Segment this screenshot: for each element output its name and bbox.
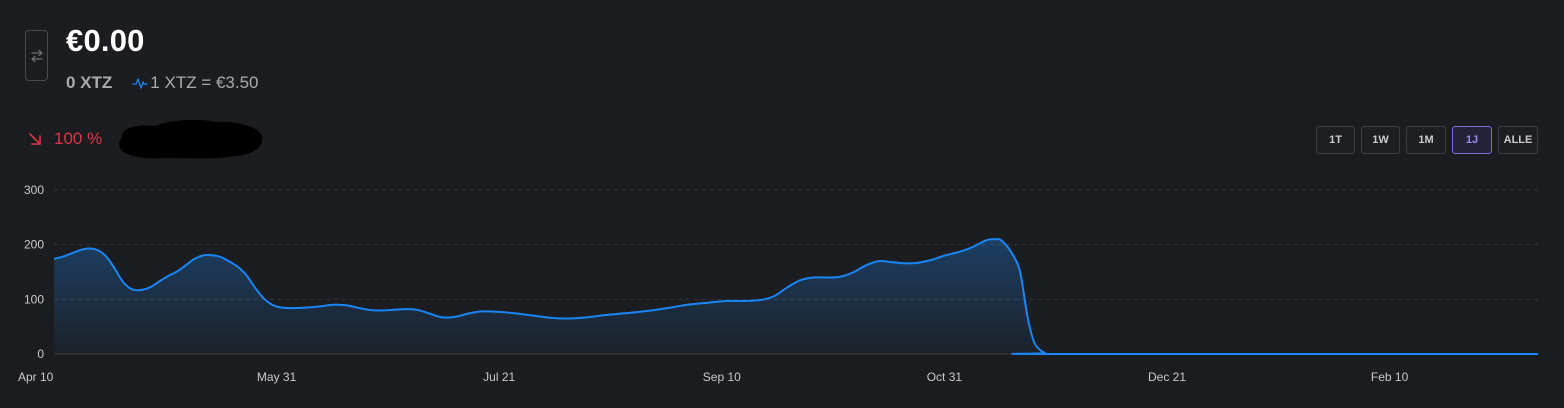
x-tick-label: Dec 21	[1148, 370, 1186, 384]
y-axis: 0 100 200 300	[24, 183, 44, 361]
x-tick-label: May 31	[257, 370, 297, 384]
price-change: 100 %	[28, 129, 102, 149]
redaction-mark	[119, 119, 263, 159]
y-tick-label: 300	[24, 183, 44, 197]
x-tick-label: Feb 10	[1371, 370, 1409, 384]
range-button-alle[interactable]: ALLE	[1498, 126, 1538, 154]
x-tick-label: Jul 21	[483, 370, 515, 384]
chart-area	[54, 239, 1538, 354]
y-tick-label: 200	[24, 238, 44, 252]
range-button-1j[interactable]: 1J	[1452, 126, 1492, 154]
y-tick-label: 0	[37, 347, 44, 361]
price-change-text: 100 %	[54, 129, 103, 148]
range-button-1w[interactable]: 1W	[1361, 126, 1400, 154]
x-tick-label: Oct 31	[927, 370, 963, 384]
swap-arrows-icon	[30, 49, 43, 62]
x-tick-label: Apr 10	[18, 370, 54, 384]
price-chart: 0 100 200 300 Apr 10 May 31 Jul 21 Sep 10 Oct 3…	[18, 183, 1538, 384]
x-axis: Apr 10 May 31 Jul 21 Sep 10 Oct 31 Dec 21 Feb …	[18, 370, 1409, 384]
exchange-rate: 1 XTZ = €3.50	[132, 73, 259, 93]
exchange-rate-text: 1 XTZ = €3.50	[150, 73, 259, 92]
range-button-1m[interactable]: 1M	[1406, 126, 1446, 154]
balance-fiat: €0.00	[66, 23, 145, 58]
swap-button[interactable]	[25, 30, 48, 81]
balance-token: 0 XTZ	[66, 73, 113, 92]
arrow-down-right-icon	[29, 133, 41, 145]
y-tick-label: 100	[24, 292, 44, 306]
range-selector: 1T 1W 1M 1J ALLE	[1316, 126, 1538, 154]
x-tick-label: Sep 10	[703, 370, 741, 384]
balance-subrow: 0 XTZ 1 XTZ = €3.50	[66, 73, 259, 93]
range-button-1t[interactable]: 1T	[1316, 126, 1355, 154]
pulse-icon	[132, 78, 148, 89]
